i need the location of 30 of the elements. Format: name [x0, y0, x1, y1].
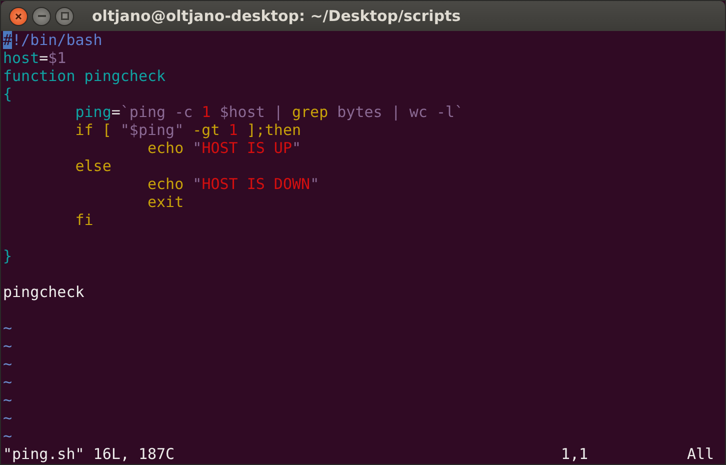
- code-line: {: [3, 85, 14, 103]
- empty-line-marker: ~: [3, 391, 12, 409]
- code-line: fi: [74, 211, 94, 229]
- code-line: echo "HOST IS DOWN": [146, 175, 320, 193]
- empty-line-marker: ~: [3, 373, 12, 391]
- maximize-button[interactable]: [55, 6, 74, 26]
- window-title: oltjano@oltjano-desktop: ~/Desktop/scripts: [92, 7, 461, 25]
- scroll-indicator: All: [687, 445, 714, 463]
- status-message: "ping.sh" 16L, 187C: [3, 445, 176, 463]
- code-line: }: [3, 247, 14, 265]
- code-line: function pingcheck: [3, 67, 167, 85]
- code-line: exit: [146, 193, 185, 211]
- code-line: echo "HOST IS UP": [146, 139, 302, 157]
- close-icon: [15, 12, 22, 20]
- cursor-position: 1,1: [561, 445, 590, 463]
- code-line: host=$1: [3, 49, 68, 67]
- empty-line-marker: ~: [3, 409, 12, 427]
- code-line: pingcheck: [3, 283, 86, 301]
- code-line: if [ "$ping" -gt 1 ];then: [74, 121, 302, 139]
- code-line: ping=`ping -c 1 $host | grep bytes | wc -l`: [74, 103, 465, 121]
- minimize-button[interactable]: [32, 6, 51, 26]
- empty-line-marker: ~: [3, 319, 12, 337]
- empty-line-marker: ~: [3, 427, 12, 445]
- close-button[interactable]: [9, 6, 28, 26]
- minimize-icon: [38, 15, 46, 17]
- code-line: else: [74, 157, 112, 175]
- code-line: #!/bin/bash: [3, 31, 104, 49]
- maximize-icon: [60, 12, 68, 20]
- empty-line-marker: ~: [3, 337, 12, 355]
- empty-line-marker: ~: [3, 355, 12, 373]
